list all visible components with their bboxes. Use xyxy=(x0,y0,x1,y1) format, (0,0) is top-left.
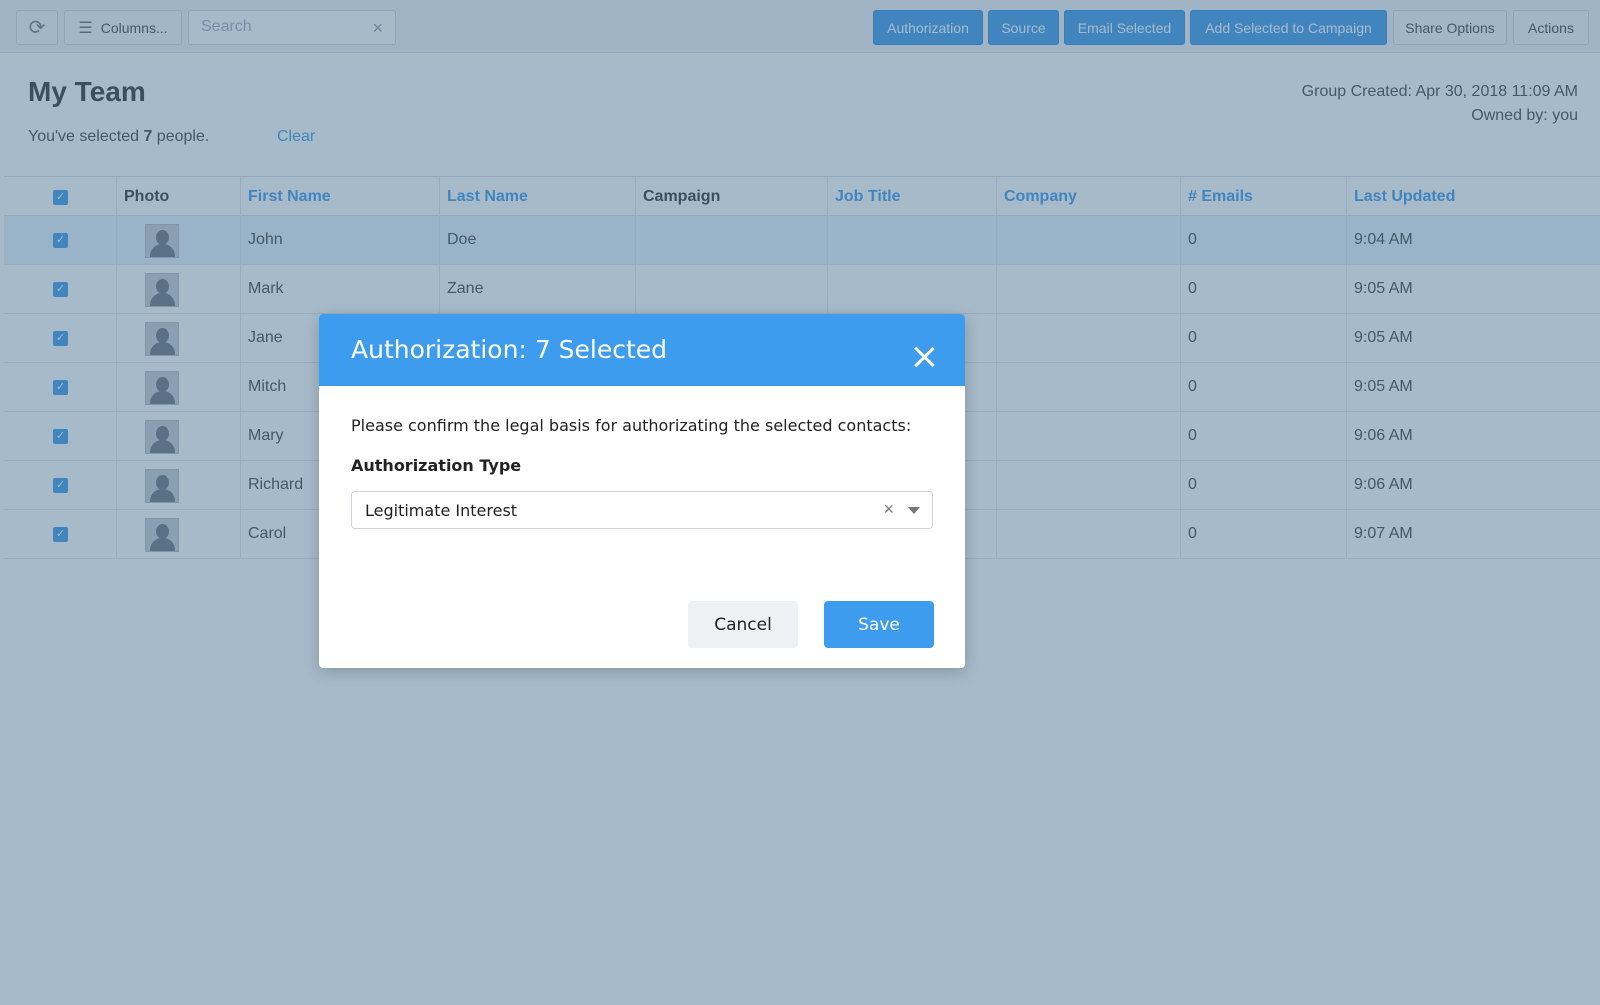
close-icon[interactable] xyxy=(913,346,935,368)
save-button[interactable]: Save xyxy=(824,601,934,648)
authorization-dialog: Authorization: 7 Selected Please confirm… xyxy=(319,314,965,668)
dialog-description: Please confirm the legal basis for autho… xyxy=(351,416,912,435)
select-clear-icon[interactable]: × xyxy=(883,499,894,520)
cancel-button[interactable]: Cancel xyxy=(688,601,798,648)
dialog-header: Authorization: 7 Selected xyxy=(319,314,965,386)
authorization-type-value: Legitimate Interest xyxy=(365,501,518,520)
dialog-title: Authorization: 7 Selected xyxy=(351,335,668,364)
authorization-type-label: Authorization Type xyxy=(351,456,522,475)
chevron-down-icon[interactable] xyxy=(908,507,920,514)
authorization-type-select[interactable]: Legitimate Interest × xyxy=(351,491,933,529)
